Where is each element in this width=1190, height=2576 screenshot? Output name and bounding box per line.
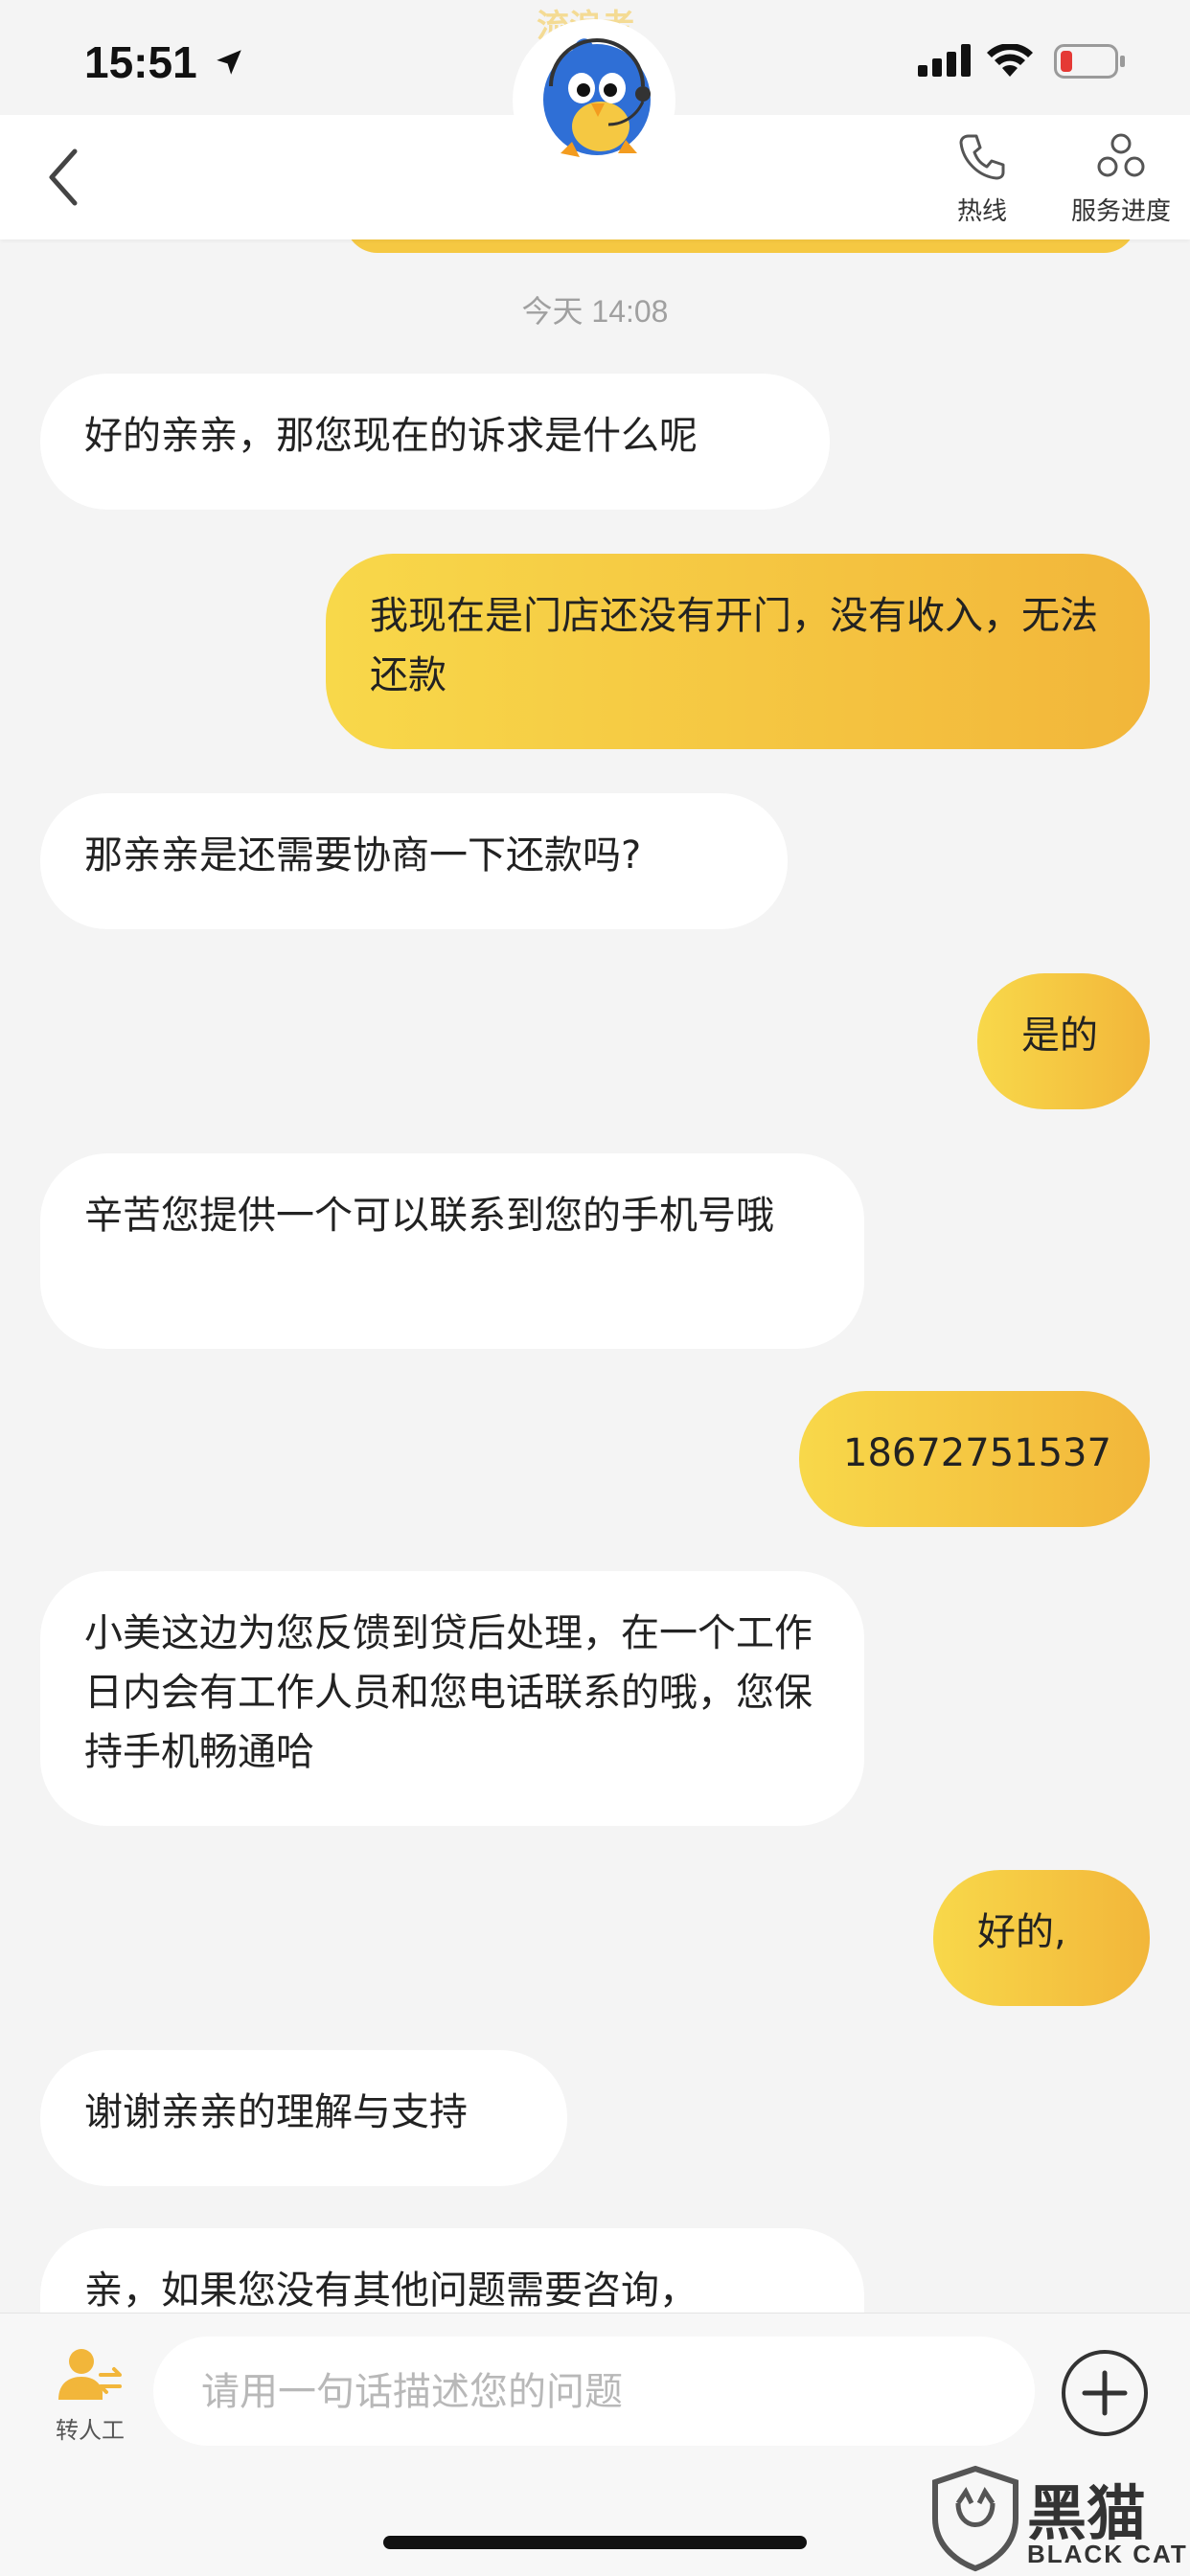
- message-text: 谢谢亲亲的理解与支持: [84, 2090, 468, 2134]
- hotline-button[interactable]: 热线: [949, 130, 1016, 227]
- bot-message: 亲，如果您没有其他问题需要咨询，: [40, 2228, 864, 2313]
- transfer-label: 转人工: [56, 2417, 125, 2444]
- back-arrow-icon[interactable]: [38, 144, 105, 211]
- message-text: 是的: [1021, 1014, 1098, 1058]
- message-text: 好的亲亲，那您现在的诉求是什么呢: [84, 414, 698, 458]
- message-input-box[interactable]: [153, 2337, 1035, 2448]
- bot-message: 谢谢亲亲的理解与支持: [40, 2050, 567, 2186]
- phone-icon: [959, 134, 1005, 180]
- service-progress-button[interactable]: 服务进度: [1064, 130, 1179, 227]
- bird-mascot-icon: [543, 38, 651, 157]
- message-text: 辛苦您提供一个可以联系到您的手机号哦: [84, 1194, 774, 1238]
- home-indicator: [383, 2536, 807, 2549]
- chat-area[interactable]: 今天 14:08 好的亲亲，那您现在的诉求是什么呢 我现在是门店还没有开门，没有…: [0, 0, 1190, 2313]
- message-text: 小美这边为您反馈到贷后处理，在一个工作日内会有工作人员和您电话联系的哦，您保持手…: [84, 1611, 812, 1774]
- user-message: 好的,: [933, 1870, 1150, 2006]
- message-text: 18672751537: [843, 1431, 1111, 1475]
- hotline-label: 热线: [956, 197, 1007, 226]
- plus-icon[interactable]: [1060, 2348, 1150, 2438]
- message-text: 好的,: [977, 1910, 1066, 1954]
- assistant-avatar: [513, 19, 675, 182]
- black-cat-watermark-logo: 黑猫 BLACK CAT: [927, 2465, 1190, 2576]
- user-message: 是的: [977, 973, 1150, 1109]
- transfer-to-agent-button[interactable]: 转人工: [42, 2346, 138, 2445]
- user-message: 我现在是门店还没有开门，没有收入，无法还款: [326, 554, 1150, 749]
- progress-icon: [1097, 133, 1145, 177]
- logo-cn-text: 黑猫: [1027, 2478, 1147, 2548]
- chat-timestamp: 今天 14:08: [521, 294, 669, 329]
- progress-label: 服务进度: [1070, 197, 1171, 226]
- user-message: 18672751537: [799, 1391, 1150, 1527]
- bot-message: 好的亲亲，那您现在的诉求是什么呢: [40, 374, 830, 510]
- message-input[interactable]: [199, 2337, 1008, 2448]
- input-bar: 转人工 黑猫 BLACK CAT: [0, 2313, 1190, 2576]
- logo-en-text: BLACK CAT: [1027, 2540, 1188, 2568]
- message-text: 那亲亲是还需要协商一下还款吗?: [84, 833, 642, 878]
- bot-message: 小美这边为您反馈到贷后处理，在一个工作日内会有工作人员和您电话联系的哦，您保持手…: [40, 1571, 864, 1826]
- cat-shield-icon: [932, 2465, 1018, 2572]
- message-text: 我现在是门店还没有开门，没有收入，无法还款: [370, 594, 1098, 697]
- bot-message: 那亲亲是还需要协商一下还款吗?: [40, 793, 788, 929]
- bot-message: 辛苦您提供一个可以联系到您的手机号哦: [40, 1153, 864, 1349]
- transfer-agent-icon: [58, 2349, 122, 2400]
- message-text: 亲，如果您没有其他问题需要咨询，: [84, 2268, 698, 2313]
